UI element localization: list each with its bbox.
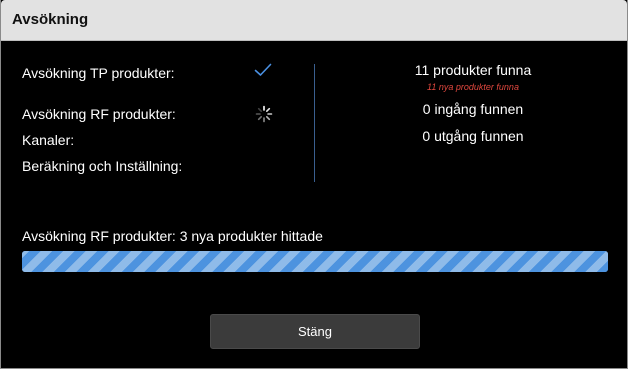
- dialog-titlebar: Avsökning: [1, 0, 627, 41]
- outputs-found-count: 0 utgång funnen: [422, 128, 524, 144]
- vertical-divider: [314, 64, 315, 182]
- scan-progress-bar: [22, 251, 608, 272]
- step-label-rf-products: Avsökning RF produkter:: [22, 106, 176, 122]
- scan-status-text: Avsökning RF produkter: 3 nya produkter …: [22, 228, 323, 244]
- inputs-found-count: 0 ingång funnen: [422, 101, 524, 117]
- step-label-calculation-settings: Beräkning och Inställning:: [22, 158, 183, 174]
- scan-dialog: Avsökning Avsökning TP produkter: Avsökn…: [0, 0, 628, 369]
- spinner-icon: [255, 105, 273, 123]
- scan-progress-fill: [22, 251, 608, 272]
- products-found-count: 11 produkter funna: [414, 62, 532, 78]
- close-button[interactable]: Stäng: [210, 314, 420, 349]
- checkmark-icon: [254, 63, 272, 76]
- step-label-tp-products: Avsökning TP produkter:: [22, 65, 175, 81]
- new-products-found-note: 11 nya produkter funna: [427, 82, 519, 92]
- step-label-channels: Kanaler:: [22, 132, 75, 148]
- dialog-title: Avsökning: [12, 11, 89, 28]
